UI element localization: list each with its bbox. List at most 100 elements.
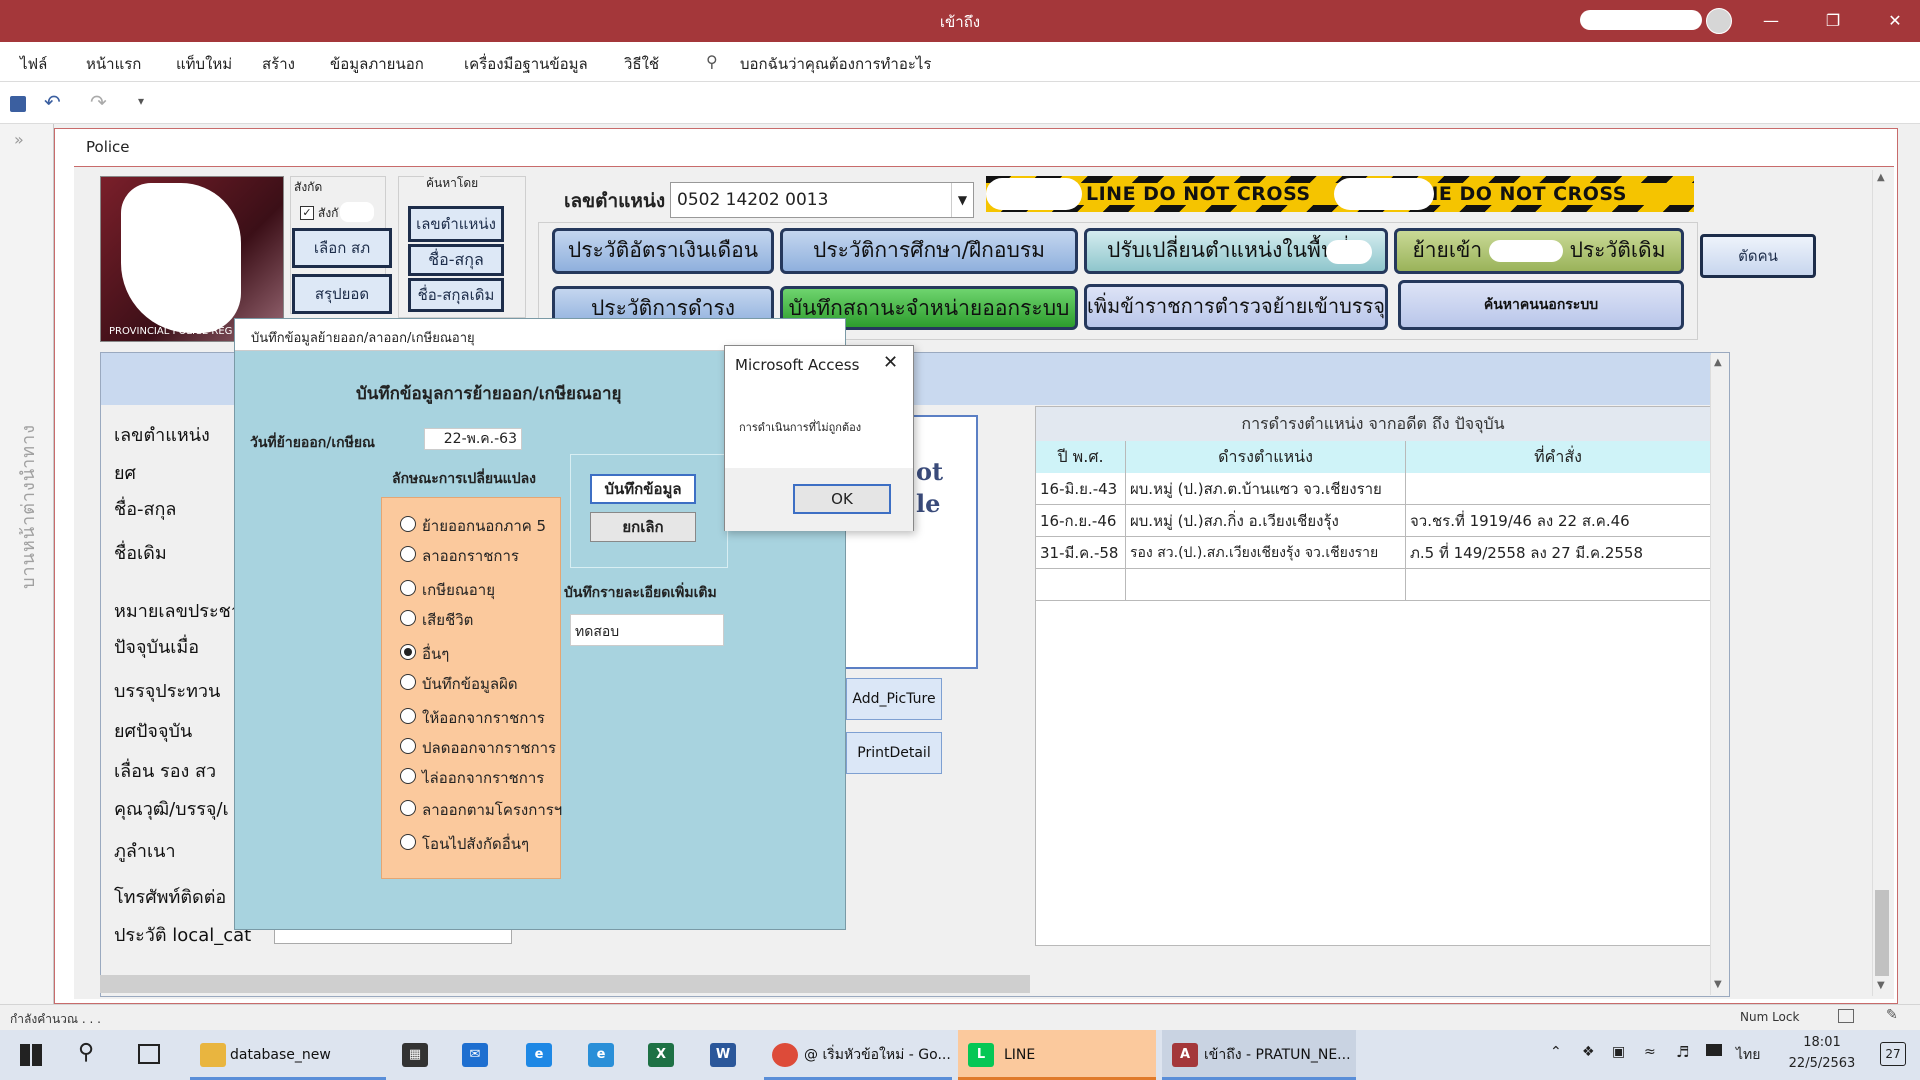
redo-icon[interactable]: ↷ — [90, 90, 107, 114]
close-icon[interactable]: ✕ — [1872, 0, 1918, 42]
tab-create[interactable]: สร้าง — [262, 52, 295, 76]
panel-horizontal-scrollbar[interactable] — [100, 975, 1030, 993]
education-history-button[interactable]: ประวัติการศึกษา/ฝึกอบรม — [780, 228, 1078, 274]
tell-me-box[interactable]: บอกฉันว่าคุณต้องการทำอะไร — [740, 52, 932, 76]
table-cell[interactable]: ภ.5 ที่ 149/2558 ลง 27 มี.ค.2558 — [1406, 537, 1710, 569]
dropbox-icon[interactable]: ❖ — [1582, 1044, 1595, 1060]
scroll-down-icon[interactable]: ▼ — [1877, 980, 1885, 991]
ok-button[interactable]: OK — [793, 484, 891, 514]
radio-button[interactable] — [400, 834, 416, 850]
radio-button[interactable] — [400, 516, 416, 532]
chevron-down-icon[interactable]: ▼ — [951, 183, 973, 217]
table-cell-empty[interactable] — [1406, 569, 1710, 601]
customize-toolbar-icon[interactable]: ▾ — [138, 94, 144, 108]
taskbar-explorer[interactable]: database_new — [190, 1030, 386, 1080]
table-cell[interactable]: รอง สว.(ป.).สภ.เวียงเชียงรุ้ง จว.เชียงรา… — [1126, 537, 1406, 569]
radio-button[interactable] — [400, 800, 416, 816]
table-cell[interactable]: 16-มิ.ย.-43 — [1036, 473, 1126, 505]
radio-discharged[interactable]: ปลดออกจากราชการ — [400, 736, 560, 758]
position-number-combo[interactable]: 0502 14202 0013 ▼ — [670, 182, 974, 218]
table-cell-empty[interactable] — [1126, 569, 1406, 601]
document-tab[interactable]: Police — [86, 138, 130, 156]
select-station-button[interactable]: เลือก สภ — [292, 228, 392, 268]
search-position-button[interactable]: เลขตำแหน่ง — [408, 206, 504, 242]
add-picture-button[interactable]: Add_PicTure — [846, 678, 942, 720]
store-icon[interactable]: ▦ — [402, 1043, 428, 1067]
search-old-name-button[interactable]: ชื่อ-สกุลเดิม — [408, 278, 504, 312]
table-cell[interactable]: ผบ.หมู่ (ป.)สภ.ต.บ้านแซว จว.เชียงราย — [1126, 473, 1406, 505]
radio-button[interactable] — [400, 738, 416, 754]
taskbar-access[interactable]: A เข้าถึง - PRATUN_NE... — [1162, 1030, 1356, 1080]
expand-nav-icon[interactable]: » — [14, 130, 24, 149]
form-vertical-scrollbar[interactable]: ▲ ▼ — [1872, 170, 1892, 996]
undo-icon[interactable]: ↶ — [44, 90, 61, 114]
tab-external-data[interactable]: ข้อมูลภายนอก — [330, 52, 424, 76]
wifi-icon[interactable]: ≈ — [1644, 1044, 1656, 1060]
add-transfer-officer-button[interactable]: เพิ่มข้าราชการตำรวจย้ายเข้าบรรจุ — [1084, 284, 1388, 330]
radio-dismissed[interactable]: ให้ออกจากราชการ — [400, 706, 560, 728]
tab-new[interactable]: แท็บใหม่ — [176, 52, 232, 76]
cut-person-button[interactable]: ตัดคน — [1700, 234, 1816, 278]
radio-retire[interactable]: เกษียณอายุ — [400, 578, 560, 600]
radio-resign-program[interactable]: ลาออกตามโครงการฯ — [400, 798, 562, 820]
radio-button[interactable] — [400, 580, 416, 596]
clock-date[interactable]: 22/5/2563 — [1782, 1056, 1862, 1071]
tab-database-tools[interactable]: เครื่องมือฐานข้อมูล — [464, 52, 588, 76]
restore-icon[interactable]: ❐ — [1810, 0, 1856, 42]
scroll-up-icon[interactable]: ▲ — [1714, 357, 1722, 368]
tab-home[interactable]: หน้าแรก — [86, 52, 141, 76]
navigation-pane-label[interactable]: บานหน้าต่างนำทาง — [14, 424, 43, 589]
scroll-up-icon[interactable]: ▲ — [1877, 172, 1885, 183]
table-cell-empty[interactable] — [1036, 569, 1126, 601]
radio-button[interactable] — [400, 708, 416, 724]
avatar[interactable] — [1706, 8, 1732, 34]
radio-button-selected[interactable] — [400, 644, 416, 660]
word-icon[interactable]: W — [710, 1043, 736, 1067]
taskbar-line[interactable]: L LINE — [958, 1030, 1156, 1080]
save-record-button[interactable]: บันทึกข้อมูล — [590, 474, 696, 504]
taskbar-chrome[interactable]: @ เริ่มหัวข้อใหม่ - Go... — [764, 1030, 952, 1080]
search-icon[interactable]: ⚲ — [78, 1040, 94, 1065]
mail-icon[interactable]: ✉ — [462, 1043, 488, 1067]
close-icon[interactable]: ✕ — [883, 352, 898, 373]
internet-explorer-icon[interactable]: e — [588, 1043, 614, 1067]
cancel-button[interactable]: ยกเลิก — [590, 512, 696, 542]
lightbulb-search-icon[interactable]: ⚲ — [706, 52, 718, 71]
edge-icon[interactable]: e — [526, 1043, 552, 1067]
minimize-icon[interactable]: — — [1748, 0, 1794, 42]
tab-help[interactable]: วิธีใช้ — [624, 52, 659, 76]
start-windows-icon[interactable] — [20, 1044, 42, 1066]
radio-button[interactable] — [400, 546, 416, 562]
battery-icon[interactable] — [1706, 1044, 1722, 1056]
table-cell[interactable]: 16-ก.ย.-46 — [1036, 505, 1126, 537]
radio-deceased[interactable]: เสียชีวิต — [400, 608, 560, 630]
network-monitor-icon[interactable]: ▣ — [1612, 1044, 1625, 1060]
clock-time[interactable]: 18:01 — [1792, 1035, 1852, 1050]
task-view-icon[interactable] — [138, 1044, 160, 1064]
date-field[interactable]: 22-พ.ค.-63 — [424, 428, 522, 450]
radio-wrong-data[interactable]: บันทึกข้อมูลผิด — [400, 672, 560, 694]
summary-button[interactable]: สรุปยอด — [292, 274, 392, 314]
salary-history-button[interactable]: ประวัติอัตราเงินเดือน — [552, 228, 774, 274]
show-hidden-icons-icon[interactable]: ⌃ — [1550, 1044, 1562, 1060]
radio-button[interactable] — [400, 768, 416, 784]
save-icon[interactable] — [10, 96, 26, 112]
tab-file[interactable]: ไฟล์ — [20, 52, 47, 76]
radio-other[interactable]: อื่นๆ — [400, 642, 560, 664]
notification-center-icon[interactable]: 27 — [1880, 1042, 1906, 1066]
panel-vertical-scrollbar[interactable]: ▲ ▼ — [1710, 355, 1728, 995]
design-view-icon[interactable]: ✎ — [1886, 1007, 1898, 1023]
table-cell[interactable] — [1406, 473, 1710, 505]
excel-icon[interactable]: X — [648, 1043, 674, 1067]
radio-transfer-other[interactable]: โอนไปสังกัดอื่นๆ — [400, 832, 560, 854]
table-cell[interactable]: 31-มี.ค.-58 — [1036, 537, 1126, 569]
form-view-icon[interactable] — [1838, 1009, 1854, 1023]
transfer-in-button[interactable]: ย้ายเข้า ประวัติเดิม — [1394, 228, 1684, 274]
radio-button[interactable] — [400, 674, 416, 690]
radio-resign[interactable]: ลาออกราชการ — [400, 544, 560, 566]
search-outside-system-button[interactable]: ค้นหาคนนอกระบบ — [1398, 280, 1684, 330]
table-cell[interactable]: ผบ.หมู่ (ป.)สภ.กิ่ง อ.เวียงเชียงรุ้ง — [1126, 505, 1406, 537]
scroll-down-icon[interactable]: ▼ — [1714, 979, 1722, 990]
radio-button[interactable] — [400, 610, 416, 626]
print-detail-button[interactable]: PrintDetail — [846, 732, 942, 774]
